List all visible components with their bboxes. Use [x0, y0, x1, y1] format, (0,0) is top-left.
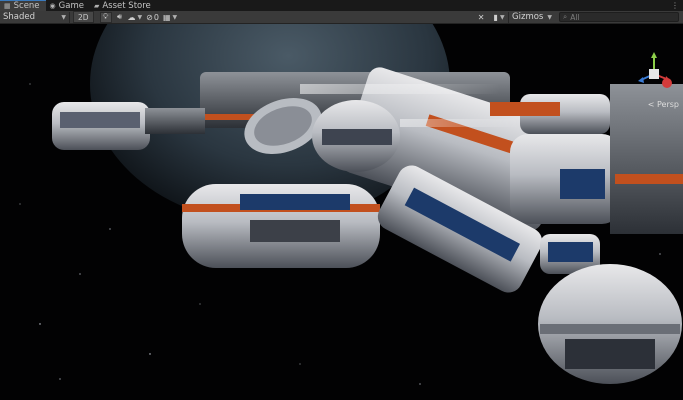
effects-dropdown[interactable]: ☁︎ ▼ — [128, 12, 143, 23]
wrench-icon: ✕ — [477, 12, 485, 22]
chevron-down-icon: ▼ — [499, 13, 505, 21]
grid-snapping-dropdown[interactable]: ▦ ▼ — [163, 12, 177, 23]
tab-menu-icon[interactable]: ⋮ — [671, 1, 679, 10]
effects-icon: ☁︎ — [127, 12, 136, 22]
scene-grid-icon: ▦ — [4, 2, 11, 10]
scene-toolbar: Shaded ▼ 2D 💡︎ 🔊︎ ☁︎ ▼ ⊘ 0 ▦ ▼ ✕ ▮ ▼ Gizmos… — [0, 11, 683, 24]
search-placeholder: All — [570, 12, 580, 22]
space-station-render — [0, 24, 683, 400]
tab-asset-store-label: Asset Store — [102, 0, 151, 11]
axis-gizmo-icon — [638, 52, 672, 88]
grid-icon: ▦ — [162, 12, 171, 22]
toggle-2d-button[interactable]: 2D — [73, 11, 94, 23]
chevron-down-icon: ▼ — [61, 13, 66, 21]
gizmos-label: Gizmos — [512, 12, 544, 22]
search-icon: ⌕ — [563, 12, 568, 21]
chevron-down-icon: ▼ — [547, 13, 552, 21]
scene-visibility-toggle[interactable]: ⊘ 0 — [146, 12, 159, 23]
eye-slash-icon: ⊘ — [146, 12, 153, 22]
scene-viewport[interactable]: < Persp — [0, 24, 683, 400]
tab-game-label: Game — [58, 0, 84, 11]
draw-mode-label: Shaded — [3, 12, 36, 22]
speaker-icon: 🔊︎ — [117, 12, 123, 21]
tab-game[interactable]: ◉ Game — [46, 0, 90, 11]
projection-toggle[interactable]: < Persp — [648, 100, 679, 109]
draw-mode-dropdown[interactable]: Shaded ▼ — [0, 11, 70, 23]
light-bulb-icon: 💡︎ — [102, 12, 109, 21]
tab-bar: ▦ Scene ◉ Game ▰ Asset Store ⋮ — [0, 0, 683, 11]
camera-dropdown[interactable]: ▮ ▼ — [493, 12, 505, 23]
gizmos-dropdown[interactable]: Gizmos ▼ — [508, 11, 555, 23]
toolbar-right-tools: ✕ ▮ ▼ Gizmos ▼ ⌕ All — [473, 11, 683, 23]
camera-icon: ▮ — [493, 12, 498, 22]
audio-toggle-button[interactable]: 🔊︎ — [114, 12, 126, 23]
chevron-down-icon: ▼ — [172, 13, 178, 21]
tab-asset-store[interactable]: ▰ Asset Store — [90, 0, 157, 11]
tab-scene-label: Scene — [13, 1, 40, 11]
gamepad-icon: ◉ — [49, 1, 56, 10]
chevron-down-icon: ▼ — [137, 13, 143, 21]
hidden-count: 0 — [153, 12, 159, 22]
lighting-toggle-button[interactable]: 💡︎ — [99, 11, 112, 23]
orientation-gizmo[interactable] — [631, 50, 677, 106]
tab-scene[interactable]: ▦ Scene — [0, 0, 46, 11]
tools-button[interactable]: ✕ — [475, 12, 487, 23]
scene-search-input[interactable]: ⌕ All — [559, 12, 679, 22]
shopping-bag-icon: ▰ — [93, 1, 100, 10]
